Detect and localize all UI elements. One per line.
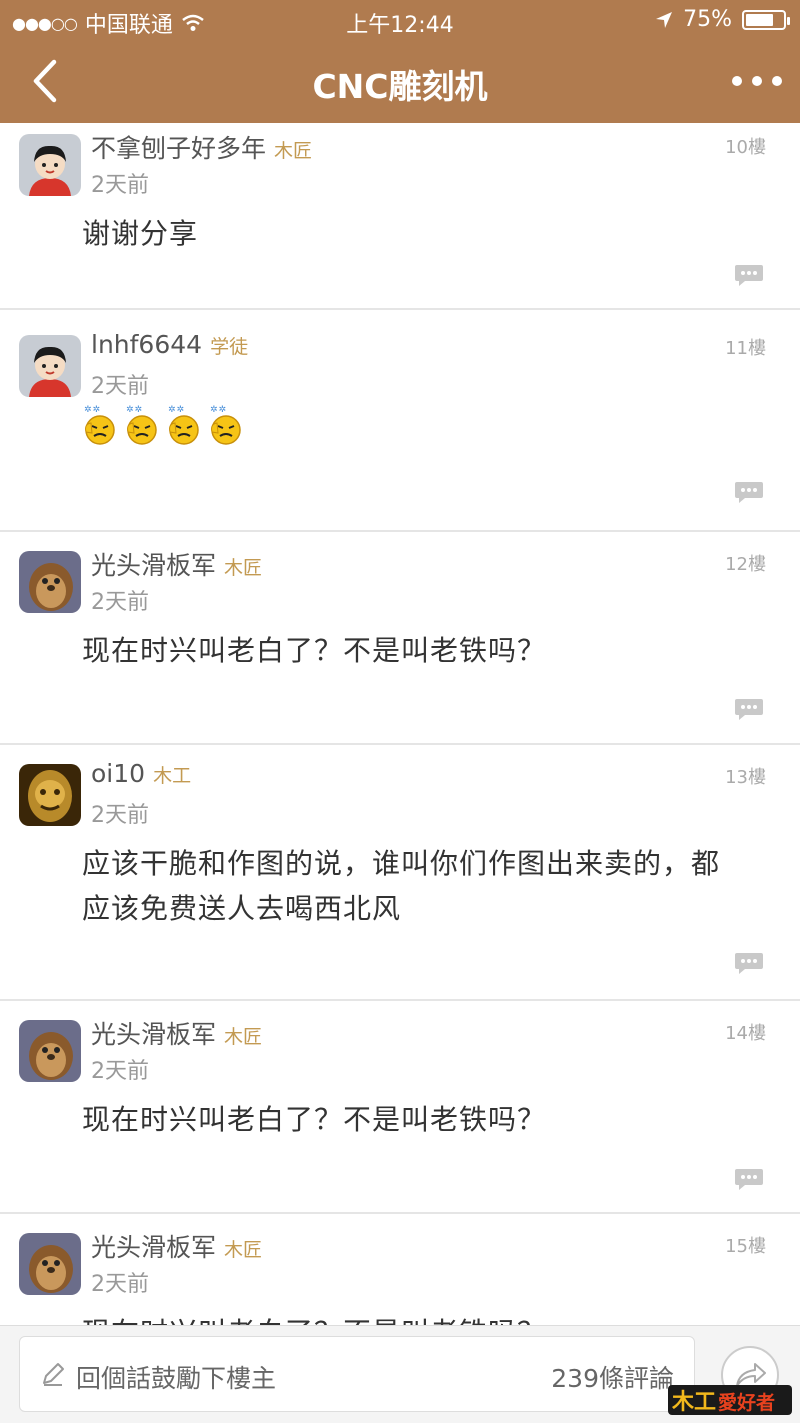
- avatar[interactable]: [19, 551, 81, 613]
- watermark-logo: 木工 愛好者: [668, 1385, 792, 1415]
- rank-badge: 木匠: [224, 1026, 263, 1048]
- applause-emoji-icon: ✲✲: [166, 402, 202, 459]
- post-time: 2天前: [91, 173, 149, 198]
- username-text: 光头滑板军: [91, 1233, 217, 1262]
- pencil-icon: [43, 1363, 64, 1386]
- applause-emoji-icon: ✲✲: [82, 402, 118, 459]
- rank-badge: 木匠: [274, 140, 313, 162]
- rank-badge: 木匠: [224, 557, 263, 579]
- comment-placeholder: 回個話鼓勵下樓主: [76, 1364, 277, 1393]
- reply-icon[interactable]: [733, 697, 765, 721]
- comment-text: 现在时兴叫老白了？不是叫老铁吗？: [82, 634, 547, 667]
- svg-text:✲✲: ✲✲: [168, 405, 185, 415]
- username-text: 不拿刨子好多年: [91, 134, 267, 163]
- floor-number: 15樓: [725, 1236, 766, 1257]
- avatar[interactable]: [19, 1020, 81, 1082]
- comment-emoji-row: ✲✲ ✲✲ ✲✲ ✲✲: [82, 402, 732, 459]
- location-arrow-icon: [656, 11, 673, 28]
- comment-count[interactable]: 239條評論: [551, 1359, 674, 1395]
- status-bar: ●●●○○ 中国联通 上午12:44 75%: [0, 0, 800, 40]
- comment-item[interactable]: 光头滑板军木匠 2天前 15樓现在时兴叫老白了？不是叫老铁吗？: [0, 1214, 800, 1325]
- applause-emoji-icon: ✲✲: [124, 402, 160, 459]
- floor-number: 13樓: [725, 767, 766, 788]
- avatar[interactable]: [19, 134, 81, 196]
- rank-badge: 木匠: [224, 1239, 263, 1261]
- comment-item[interactable]: 不拿刨子好多年 木匠 2天前 10樓谢谢分享: [0, 123, 800, 310]
- reply-icon[interactable]: [733, 263, 765, 287]
- rank-badge: 木工: [153, 765, 192, 787]
- reply-icon[interactable]: [733, 951, 765, 975]
- battery-icon: [742, 9, 790, 30]
- comment-item[interactable]: 光头滑板军 木匠 2天前 14樓现在时兴叫老白了？不是叫老铁吗？: [0, 1001, 800, 1214]
- avatar[interactable]: [19, 335, 81, 397]
- comment-item[interactable]: lnhf6644 学徒 2天前 11樓 ✲✲ ✲✲ ✲✲ ✲✲: [0, 316, 800, 532]
- comment-text: 现在时兴叫老白了？不是叫老铁吗？: [82, 1310, 732, 1325]
- comment-list[interactable]: 不拿刨子好多年 木匠 2天前 10樓 谢谢分享 lnhf6644 学徒 2天前 11樓 ✲✲ ✲✲ ✲…: [0, 123, 800, 1325]
- more-dots-icon[interactable]: [732, 66, 782, 96]
- post-time: 2天前: [91, 1272, 149, 1297]
- comment-item[interactable]: 光头滑板军 木匠 2天前 12樓现在时兴叫老白了？不是叫老铁吗？: [0, 532, 800, 745]
- svg-text:✲✲: ✲✲: [84, 405, 101, 415]
- svg-text:✲✲: ✲✲: [126, 405, 143, 415]
- username[interactable]: 光头滑板军 木匠: [91, 1015, 262, 1051]
- page-title: CNC雕刻机: [312, 67, 488, 106]
- nav-bar: CNC雕刻机: [0, 40, 800, 123]
- username-text: 光头滑板军: [91, 1020, 217, 1049]
- svg-text:✲✲: ✲✲: [210, 405, 227, 415]
- reply-icon[interactable]: [733, 1167, 765, 1191]
- svg-text:木工: 木工: [671, 1390, 716, 1415]
- floor-number: 11樓: [725, 338, 766, 359]
- comment-text: 现在时兴叫老白了？不是叫老铁吗？: [82, 1103, 547, 1136]
- username[interactable]: oi10 木工: [91, 759, 191, 788]
- post-time: 2天前: [91, 374, 149, 399]
- rank-badge: 学徒: [210, 336, 249, 358]
- svg-text:愛好者: 愛好者: [718, 1391, 775, 1414]
- floor-number: 14樓: [725, 1023, 766, 1044]
- post-time: 2天前: [91, 1059, 149, 1084]
- avatar[interactable]: [19, 764, 81, 826]
- username[interactable]: 不拿刨子好多年 木匠: [91, 129, 312, 165]
- username-text: oi10: [91, 759, 146, 788]
- avatar[interactable]: [19, 1233, 81, 1295]
- comment-input[interactable]: 回個話鼓勵下樓主 239條評論: [19, 1336, 695, 1412]
- username[interactable]: 光头滑板军 木匠: [91, 546, 262, 582]
- header: ●●●○○ 中国联通 上午12:44 75% CNC雕刻机: [0, 0, 800, 123]
- username[interactable]: lnhf6644 学徒: [91, 330, 248, 359]
- reply-icon[interactable]: [733, 480, 765, 504]
- comment-text: 应该干脆和作图的说，谁叫你们作图出来卖的，都应该免费送人去喝西北风: [82, 847, 721, 925]
- floor-number: 12樓: [725, 554, 766, 575]
- post-time: 2天前: [91, 803, 149, 828]
- username-text: lnhf6644: [91, 330, 203, 359]
- username[interactable]: 光头滑板军 木匠: [91, 1228, 262, 1264]
- floor-number: 10樓: [725, 137, 766, 158]
- battery-percent: 75%: [683, 7, 732, 32]
- comment-text: 谢谢分享: [82, 217, 199, 250]
- post-time: 2天前: [91, 590, 149, 615]
- applause-emoji-icon: ✲✲: [208, 402, 244, 459]
- comment-item[interactable]: oi10 木工 2天前 13樓 应该干脆和作图的说，谁叫你们作图出来卖的，都应该免费送人…: [0, 745, 800, 1001]
- username-text: 光头滑板军: [91, 551, 217, 580]
